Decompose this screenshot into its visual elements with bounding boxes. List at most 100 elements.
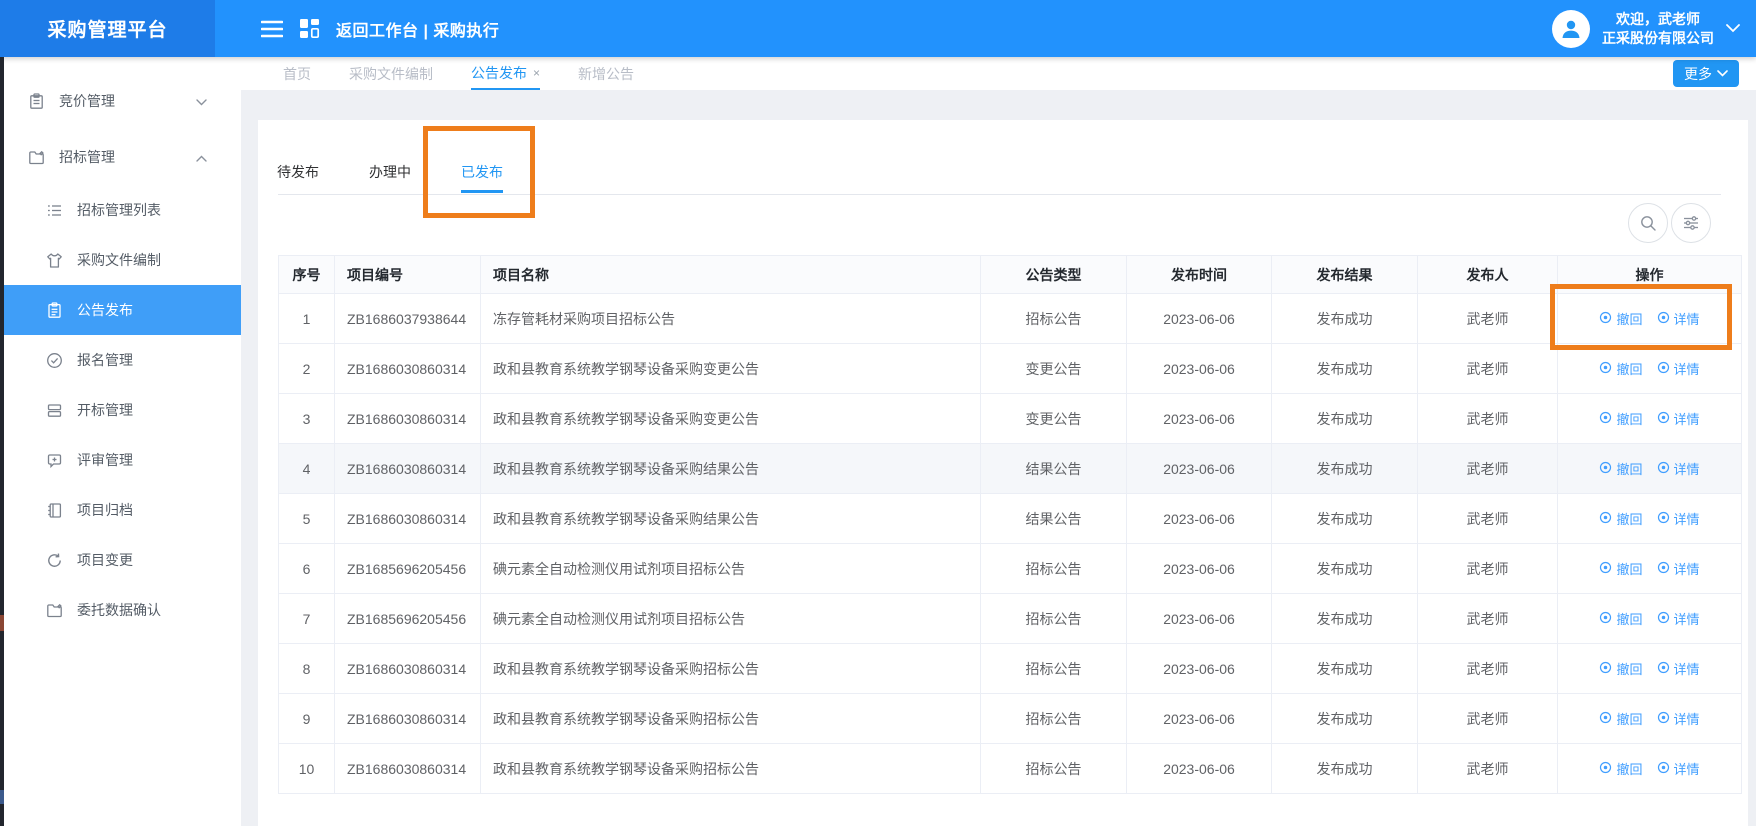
- tab-announcement-publish[interactable]: 公告发布 ×: [471, 57, 541, 90]
- cell-publish-result: 发布成功: [1271, 693, 1418, 744]
- detail-link[interactable]: 详情: [1657, 709, 1700, 728]
- eye-icon: [1657, 311, 1670, 327]
- user-chevron-down-icon[interactable]: [1726, 20, 1740, 38]
- eye-icon: [1599, 311, 1612, 327]
- cell-project-name: 政和县教育系统教学钢琴设备采购变更公告: [480, 393, 981, 444]
- eye-icon: [1657, 761, 1670, 777]
- cell-announcement-type: 招标公告: [980, 593, 1127, 644]
- withdraw-link[interactable]: 撤回: [1599, 509, 1643, 528]
- chevron-down-icon: [196, 93, 207, 109]
- cell-project-name: 碘元素全自动检测仪用试剂项目招标公告: [480, 543, 981, 594]
- document-icon: [46, 301, 63, 319]
- detail-link[interactable]: 详情: [1657, 509, 1700, 528]
- eye-icon: [1657, 711, 1670, 727]
- sidebar-item-tender-mgmt[interactable]: 招标管理: [0, 129, 241, 185]
- cell-publisher: 武老师: [1417, 443, 1558, 494]
- table-row: 5 ZB1686030860314 政和县教育系统教学钢琴设备采购结果公告 结果…: [278, 493, 1742, 544]
- cell-announcement-type: 结果公告: [980, 493, 1127, 544]
- sidebar-item-project-change[interactable]: 项目变更: [0, 535, 241, 585]
- cell-seq: 5: [278, 493, 335, 544]
- cell-project-code: ZB1686030860314: [334, 443, 481, 494]
- detail-link[interactable]: 详情: [1657, 559, 1700, 578]
- tab-in-progress[interactable]: 办理中: [369, 152, 411, 193]
- screen-edge-sliver: [0, 57, 4, 826]
- cell-publish-time: 2023-06-06: [1126, 593, 1272, 644]
- cell-publish-time: 2023-06-06: [1126, 693, 1272, 744]
- withdraw-link[interactable]: 撤回: [1599, 409, 1643, 428]
- cell-publisher: 武老师: [1417, 593, 1558, 644]
- table-row: 3 ZB1686030860314 政和县教育系统教学钢琴设备采购变更公告 变更…: [278, 393, 1742, 444]
- filter-button[interactable]: [1671, 203, 1711, 243]
- cell-project-name: 碘元素全自动检测仪用试剂项目招标公告: [480, 593, 981, 644]
- detail-link[interactable]: 详情: [1657, 359, 1700, 378]
- withdraw-link[interactable]: 撤回: [1599, 459, 1643, 478]
- withdraw-link[interactable]: 撤回: [1599, 359, 1643, 378]
- sidebar-item-tender-list[interactable]: 招标管理列表: [0, 185, 241, 235]
- cell-announcement-type: 招标公告: [980, 693, 1127, 744]
- tab-procurement-doc[interactable]: 采购文件编制: [349, 57, 433, 90]
- withdraw-link[interactable]: 撤回: [1599, 559, 1643, 578]
- detail-link[interactable]: 详情: [1657, 609, 1700, 628]
- sidebar-item-procurement-doc[interactable]: 采购文件编制: [0, 235, 241, 285]
- tab-close-icon[interactable]: ×: [533, 66, 540, 80]
- cell-actions: 撤回 详情: [1557, 343, 1742, 394]
- more-button[interactable]: 更多: [1673, 60, 1739, 87]
- sidebar-item-project-archive[interactable]: 项目归档: [0, 485, 241, 535]
- withdraw-link[interactable]: 撤回: [1599, 759, 1643, 778]
- eye-icon: [1657, 411, 1670, 427]
- sidebar-item-bid-opening[interactable]: 开标管理: [0, 385, 241, 435]
- detail-link[interactable]: 详情: [1657, 309, 1700, 328]
- withdraw-link[interactable]: 撤回: [1599, 709, 1643, 728]
- search-icon: [1641, 216, 1656, 231]
- cell-publish-time: 2023-06-06: [1126, 443, 1272, 494]
- cell-seq: 6: [278, 543, 335, 594]
- cell-seq: 4: [278, 443, 335, 494]
- col-project-name: 项目名称: [480, 255, 981, 294]
- cell-publish-time: 2023-06-06: [1126, 493, 1272, 544]
- cell-project-code: ZB1686030860314: [334, 743, 481, 794]
- col-seq: 序号: [278, 255, 335, 294]
- folder-pen-icon: [28, 149, 45, 166]
- eye-icon: [1599, 411, 1612, 427]
- search-button[interactable]: [1628, 203, 1668, 243]
- cell-actions: 撤回 详情: [1557, 543, 1742, 594]
- cell-publish-result: 发布成功: [1271, 643, 1418, 694]
- tab-pending-publish[interactable]: 待发布: [277, 152, 319, 193]
- cell-publish-result: 发布成功: [1271, 743, 1418, 794]
- detail-link[interactable]: 详情: [1657, 409, 1700, 428]
- cell-project-code: ZB1686030860314: [334, 393, 481, 444]
- list-icon: [46, 202, 63, 219]
- withdraw-link[interactable]: 撤回: [1599, 309, 1643, 328]
- tab-home[interactable]: 首页: [283, 57, 311, 90]
- notebook-icon: [46, 502, 63, 519]
- detail-link[interactable]: 详情: [1657, 459, 1700, 478]
- workspace-title[interactable]: 返回工作台 | 采购执行: [336, 17, 499, 41]
- avatar[interactable]: [1552, 9, 1590, 48]
- hamburger-menu-icon[interactable]: [261, 20, 283, 38]
- withdraw-link[interactable]: 撤回: [1599, 609, 1643, 628]
- detail-link[interactable]: 详情: [1657, 759, 1700, 778]
- cell-seq: 3: [278, 393, 335, 444]
- tab-published[interactable]: 已发布: [461, 152, 503, 193]
- folder-pen-icon: [46, 602, 63, 619]
- sidebar-item-signup-mgmt[interactable]: 报名管理: [0, 335, 241, 385]
- table-header-row: 序号 项目编号 项目名称 公告类型 发布时间 发布结果 发布人 操作: [278, 255, 1742, 294]
- eye-icon: [1599, 611, 1612, 627]
- workbench-grid-icon[interactable]: [299, 18, 320, 39]
- cell-publish-time: 2023-06-06: [1126, 293, 1272, 344]
- sidebar-item-bidding-mgmt[interactable]: 竞价管理: [0, 73, 241, 129]
- sidebar-item-entrust-data-confirm[interactable]: 委托数据确认: [0, 585, 241, 635]
- cell-announcement-type: 招标公告: [980, 543, 1127, 594]
- tab-new-announcement[interactable]: 新增公告: [578, 57, 634, 90]
- withdraw-link[interactable]: 撤回: [1599, 659, 1643, 678]
- cell-announcement-type: 招标公告: [980, 643, 1127, 694]
- eye-icon: [1657, 561, 1670, 577]
- sidebar-item-review-mgmt[interactable]: 评审管理: [0, 435, 241, 485]
- sidebar-item-announcement-publish[interactable]: 公告发布: [0, 285, 241, 335]
- clipboard-icon: [28, 92, 45, 110]
- app-logo: 采购管理平台: [0, 0, 215, 57]
- user-area[interactable]: 欢迎，武老师 正采股份有限公司: [1552, 9, 1756, 48]
- detail-link[interactable]: 详情: [1657, 659, 1700, 678]
- content-card: 待发布 办理中 已发布 序号 项目编号 项目名称 公告类型 发布时间 发布结果 …: [258, 120, 1748, 826]
- eye-icon: [1657, 461, 1670, 477]
